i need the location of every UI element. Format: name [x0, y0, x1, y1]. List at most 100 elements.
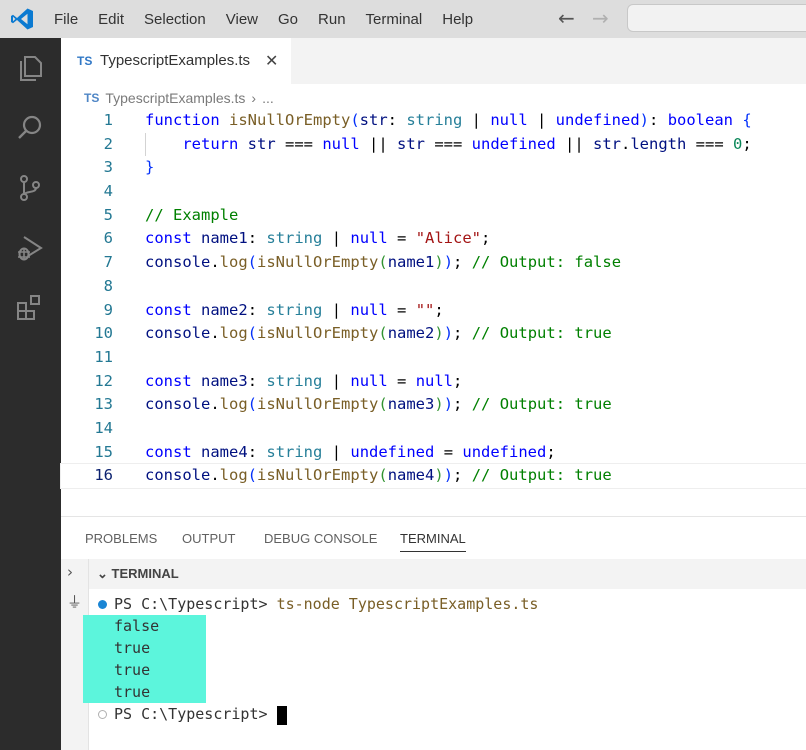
code-text: const name3: string | null = null; [145, 371, 463, 390]
typescript-icon: TS [77, 54, 93, 68]
code-text: console.log(isNullOrEmpty(name3)); // Ou… [145, 395, 612, 414]
terminal-command: ts-node TypescriptExamples.ts [276, 595, 539, 613]
menu-terminal[interactable]: Terminal [366, 11, 423, 28]
breadcrumb-rest[interactable]: ... [262, 90, 274, 106]
terminal-panel: › ⏚ ⌄ TERMINAL PS C:\Typescript> ts-node… [61, 559, 806, 750]
code-line[interactable]: 2 return str === null || str === undefin… [61, 132, 806, 157]
title-bar: File Edit Selection View Go Run Terminal… [0, 0, 806, 38]
code-line[interactable]: 1 function isNullOrEmpty(str: string | nu… [61, 109, 806, 133]
menu-edit[interactable]: Edit [98, 11, 124, 28]
command-idle-icon [98, 710, 107, 719]
code-line[interactable]: 3} [61, 156, 806, 180]
code-text: return str === null || str === undefined… [182, 134, 752, 153]
plug-icon[interactable]: ⏚ [67, 591, 82, 612]
code-text: function isNullOrEmpty(str: string | nul… [145, 111, 752, 129]
line-number: 13 [94, 395, 113, 414]
menu-file[interactable]: File [54, 11, 78, 28]
code-text: const name2: string | null = ""; [145, 300, 444, 319]
line-number: 12 [94, 371, 113, 390]
bottom-panel: PROBLEMS OUTPUT DEBUG CONSOLE TERMINAL ›… [61, 516, 806, 750]
terminal-cursor [277, 706, 287, 725]
terminal-title: ⌄ TERMINAL [97, 566, 179, 582]
menu-help[interactable]: Help [442, 11, 473, 28]
code-line[interactable]: 6 const name1: string | null = "Alice"; [61, 227, 806, 251]
panel-tabs: PROBLEMS OUTPUT DEBUG CONSOLE TERMINAL [61, 517, 806, 559]
line-number: 3 [103, 158, 113, 177]
chevron-right-icon[interactable]: › [67, 563, 73, 581]
line-number: 5 [103, 205, 113, 224]
menu-view[interactable]: View [226, 11, 258, 28]
terminal-header[interactable]: ⌄ TERMINAL [89, 559, 806, 589]
code-line[interactable]: 4 [61, 180, 806, 204]
code-line[interactable]: 9 const name2: string | null = ""; [61, 299, 806, 323]
editor-tabs: TS TypescriptExamples.ts ✕ [61, 38, 806, 84]
tab-typescript-examples[interactable]: TS TypescriptExamples.ts ✕ [61, 38, 291, 84]
menu-run[interactable]: Run [318, 11, 346, 28]
menu-bar: File Edit Selection View Go Run Terminal… [54, 0, 493, 38]
line-number: 6 [103, 229, 113, 248]
line-number: 14 [94, 418, 113, 437]
line-number: 7 [103, 253, 113, 272]
terminal-prompt-current: PS C:\Typescript> [114, 705, 268, 723]
terminal-output-line: true [114, 683, 151, 701]
code-line[interactable]: 7 console.log(isNullOrEmpty(name1)); // O… [61, 251, 806, 275]
code-text: } [145, 158, 155, 177]
line-number: 1 [103, 111, 113, 129]
tab-output[interactable]: OUTPUT [182, 531, 235, 546]
line-number: 9 [103, 300, 113, 319]
arrow-right-icon[interactable]: → [592, 6, 609, 30]
terminal-output[interactable]: PS C:\Typescript> ts-node TypescriptExam… [83, 589, 806, 750]
line-number: 8 [103, 276, 113, 295]
terminal-title-label: TERMINAL [111, 566, 179, 581]
code-text: // Example [145, 205, 239, 224]
code-text: const name1: string | null = "Alice"; [145, 229, 491, 248]
terminal-command-line: PS C:\Typescript> ts-node TypescriptExam… [114, 595, 538, 613]
code-line[interactable]: 13 console.log(isNullOrEmpty(name3)); // … [61, 393, 806, 417]
code-line[interactable]: 15 const name4: string | undefined = unde… [61, 441, 806, 465]
breadcrumb: TS TypescriptExamples.ts › ... [84, 88, 274, 108]
code-line[interactable]: 11 [61, 346, 806, 370]
source-control-icon[interactable] [14, 172, 46, 204]
line-number: 4 [103, 182, 113, 201]
code-editor[interactable]: TS TypescriptExamples.ts › ... 1 function… [60, 84, 806, 516]
line-number: 15 [94, 442, 113, 461]
tab-debug-console[interactable]: DEBUG CONSOLE [264, 531, 377, 546]
tab-problems[interactable]: PROBLEMS [85, 531, 157, 546]
code-line[interactable]: 5 // Example [61, 204, 806, 228]
line-number: 2 [103, 134, 113, 153]
vscode-logo-icon [11, 8, 33, 30]
command-center-search[interactable] [627, 4, 806, 32]
code-line[interactable]: 8 [61, 275, 806, 299]
search-icon[interactable] [14, 112, 46, 144]
code-text: console.log(isNullOrEmpty(name1)); // Ou… [145, 253, 622, 272]
tab-title: TypescriptExamples.ts [100, 52, 251, 69]
chevron-down-icon: ⌄ [97, 566, 112, 581]
code-text: console.log(isNullOrEmpty(name4)); // Ou… [145, 466, 612, 485]
code-lines[interactable]: 1 function isNullOrEmpty(str: string | nu… [60, 109, 806, 489]
activity-bar [0, 38, 61, 750]
line-number: 16 [94, 466, 113, 485]
run-debug-icon[interactable] [14, 232, 46, 264]
code-line[interactable]: 10 console.log(isNullOrEmpty(name2)); // … [61, 322, 806, 346]
line-number: 11 [94, 347, 113, 366]
code-text: console.log(isNullOrEmpty(name2)); // Ou… [145, 324, 612, 343]
tab-terminal[interactable]: TERMINAL [400, 531, 466, 552]
breadcrumb-file[interactable]: TypescriptExamples.ts [105, 90, 245, 106]
arrow-left-icon[interactable]: ← [558, 6, 575, 30]
terminal-prompt: PS C:\Typescript> [114, 595, 268, 613]
terminal-output-line: false [114, 617, 160, 635]
code-line[interactable]: 12 const name3: string | null = null; [61, 370, 806, 394]
close-icon[interactable]: ✕ [265, 51, 278, 70]
terminal-output-line: true [114, 661, 151, 679]
typescript-icon: TS [84, 91, 100, 105]
command-success-icon[interactable] [98, 600, 107, 609]
explorer-icon[interactable] [14, 52, 46, 84]
code-line[interactable]: 14 [61, 417, 806, 441]
line-number: 10 [94, 324, 113, 343]
menu-selection[interactable]: Selection [144, 11, 206, 28]
code-text: const name4: string | undefined = undefi… [145, 442, 556, 461]
extensions-icon[interactable] [14, 292, 46, 324]
code-line[interactable]: 16 console.log(isNullOrEmpty(name4)); // … [60, 463, 806, 489]
breadcrumb-separator: › [251, 90, 257, 106]
menu-go[interactable]: Go [278, 11, 298, 28]
